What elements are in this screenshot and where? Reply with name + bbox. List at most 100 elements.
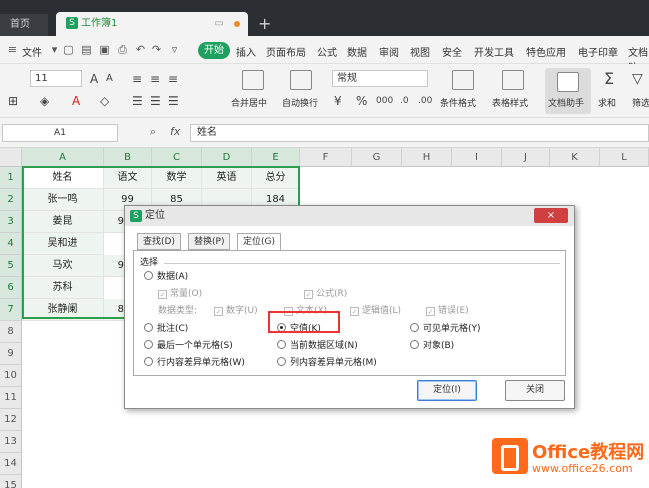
menu-review[interactable]: 审阅 xyxy=(379,44,399,59)
merge-center-icon[interactable] xyxy=(242,70,264,90)
row-header-9[interactable]: 9 xyxy=(0,343,22,365)
clear-format-icon[interactable]: ◇ xyxy=(100,94,109,108)
col-header-g[interactable]: G xyxy=(352,148,402,167)
tab-goto[interactable]: 定位(G) xyxy=(237,233,281,251)
row-header-5[interactable]: 5 xyxy=(0,255,22,277)
radio-row-differences[interactable]: 行内容差异单元格(W) xyxy=(144,357,245,369)
print-icon[interactable]: ⎙ xyxy=(116,43,129,56)
row-header-12[interactable]: 12 xyxy=(0,409,22,431)
align-right-icon[interactable]: ☰ xyxy=(168,94,179,108)
cell-a2[interactable]: 张一鸣 xyxy=(22,189,104,211)
menu-developer[interactable]: 开发工具 xyxy=(474,44,514,59)
col-header-e[interactable]: E xyxy=(252,148,300,167)
dialog-title-bar[interactable]: S 定位 × xyxy=(125,206,574,226)
menu-start[interactable]: 开始 xyxy=(198,42,230,59)
merge-center-label[interactable]: 合并居中 xyxy=(231,96,267,109)
align-top-icon[interactable]: ≡ xyxy=(132,72,142,86)
check-constant[interactable]: ✓ 常量(O) xyxy=(158,288,202,300)
row-header-4[interactable]: 4 xyxy=(0,233,22,255)
menu-data[interactable]: 数据 xyxy=(347,44,367,59)
col-header-l[interactable]: L xyxy=(600,148,649,167)
open-folder-icon[interactable]: ▤ xyxy=(80,43,93,56)
check-text[interactable]: ✓ 文本(X) xyxy=(284,305,327,317)
currency-icon[interactable]: ¥ xyxy=(334,94,342,108)
tab-home[interactable]: 首页 xyxy=(0,14,48,36)
cell-a6[interactable]: 苏科 xyxy=(22,277,104,299)
col-header-j[interactable]: J xyxy=(502,148,550,167)
cell-a4[interactable]: 吴和进 xyxy=(22,233,104,255)
menu-view[interactable]: 视图 xyxy=(410,44,430,59)
align-left-icon[interactable]: ☰ xyxy=(132,94,143,108)
col-header-f[interactable]: F xyxy=(300,148,352,167)
radio-last-cell[interactable]: 最后一个单元格(S) xyxy=(144,340,233,352)
radio-column-differences[interactable]: 列内容差异单元格(M) xyxy=(277,357,377,369)
row-header-8[interactable]: 8 xyxy=(0,321,22,343)
check-number[interactable]: ✓ 数字(U) xyxy=(214,305,258,317)
radio-current-region[interactable]: 当前数据区域(N) xyxy=(277,340,358,352)
col-header-b[interactable]: B xyxy=(104,148,152,167)
font-color-icon[interactable]: A xyxy=(72,94,80,108)
col-header-c[interactable]: C xyxy=(152,148,202,167)
radio-blank[interactable]: 空值(K) xyxy=(277,323,321,335)
menu-insert[interactable]: 插入 xyxy=(236,44,256,59)
increase-decimal-icon[interactable]: .0 xyxy=(400,94,409,108)
filter-label[interactable]: 筛选 xyxy=(632,96,649,109)
row-header-6[interactable]: 6 xyxy=(0,277,22,299)
col-header-i[interactable]: I xyxy=(452,148,502,167)
decrease-font-icon[interactable]: A xyxy=(106,72,113,86)
cell-b1[interactable]: 语文 xyxy=(104,167,152,189)
cond-format-label[interactable]: 条件格式 xyxy=(440,96,476,109)
sum-label[interactable]: 求和 xyxy=(598,96,616,109)
save-icon[interactable]: ▣ xyxy=(98,43,111,56)
number-format-select[interactable]: 常规 xyxy=(332,70,428,87)
increase-font-icon[interactable]: A xyxy=(90,72,98,86)
cell-d1[interactable]: 英语 xyxy=(202,167,252,189)
menu-page-layout[interactable]: 页面布局 xyxy=(266,44,306,59)
cell-a5[interactable]: 马欢 xyxy=(22,255,104,277)
menu-file[interactable]: 文件 xyxy=(22,44,42,59)
radio-comment[interactable]: 批注(C) xyxy=(144,323,188,335)
chevron-down-icon[interactable]: ▾ xyxy=(48,43,61,56)
col-header-k[interactable]: K xyxy=(550,148,600,167)
new-tab-button[interactable]: + xyxy=(258,14,271,34)
menu-formula[interactable]: 公式 xyxy=(317,44,337,59)
fill-color-icon[interactable]: ◈ xyxy=(40,94,49,108)
align-center-icon[interactable]: ☰ xyxy=(150,94,161,108)
dialog-close-button[interactable]: × xyxy=(534,208,568,223)
cell-b3[interactable]: 9 xyxy=(104,211,124,233)
menu-e-seal[interactable]: 电子印章 xyxy=(578,44,618,59)
auto-wrap-label[interactable]: 自动换行 xyxy=(282,96,318,109)
row-header-10[interactable]: 10 xyxy=(0,365,22,387)
row-header-11[interactable]: 11 xyxy=(0,387,22,409)
cell-a7[interactable]: 张静阑 xyxy=(22,299,104,321)
cell-a1[interactable]: 姓名 xyxy=(22,167,104,189)
formula-input[interactable]: 姓名 xyxy=(190,124,649,142)
decrease-decimal-icon[interactable]: .00 xyxy=(418,94,432,108)
row-header-15[interactable]: 15 xyxy=(0,475,22,488)
align-middle-icon[interactable]: ≡ xyxy=(150,72,160,86)
cell-b7[interactable]: 8 xyxy=(104,299,124,321)
radio-data[interactable]: 数据(A) xyxy=(144,271,188,283)
cell-a3[interactable]: 姜昆 xyxy=(22,211,104,233)
row-header-1[interactable]: 1 xyxy=(0,167,22,189)
table-style-label[interactable]: 表格样式 xyxy=(492,96,528,109)
filter-icon[interactable]: ▽ xyxy=(632,72,643,86)
align-bottom-icon[interactable]: ≡ xyxy=(168,72,178,86)
percent-icon[interactable]: % xyxy=(356,94,367,108)
cond-format-icon[interactable] xyxy=(452,70,474,90)
row-header-7[interactable]: 7 xyxy=(0,299,22,321)
tab-find[interactable]: 查找(D) xyxy=(137,233,181,250)
thousands-icon[interactable]: 000 xyxy=(376,94,393,108)
cell-c1[interactable]: 数学 xyxy=(152,167,202,189)
col-header-h[interactable]: H xyxy=(402,148,452,167)
row-header-14[interactable]: 14 xyxy=(0,453,22,475)
select-all-corner[interactable] xyxy=(0,148,22,167)
menu-security[interactable]: 安全 xyxy=(442,44,462,59)
check-formula[interactable]: ✓ 公式(R) xyxy=(304,288,347,300)
cell-e1[interactable]: 总分 xyxy=(252,167,300,189)
tab-replace[interactable]: 替换(P) xyxy=(188,233,231,250)
col-header-a[interactable]: A xyxy=(22,148,104,167)
auto-wrap-icon[interactable] xyxy=(290,70,312,90)
doc-helper-button[interactable]: 文档助手 xyxy=(545,68,591,114)
table-style-icon[interactable] xyxy=(502,70,524,90)
